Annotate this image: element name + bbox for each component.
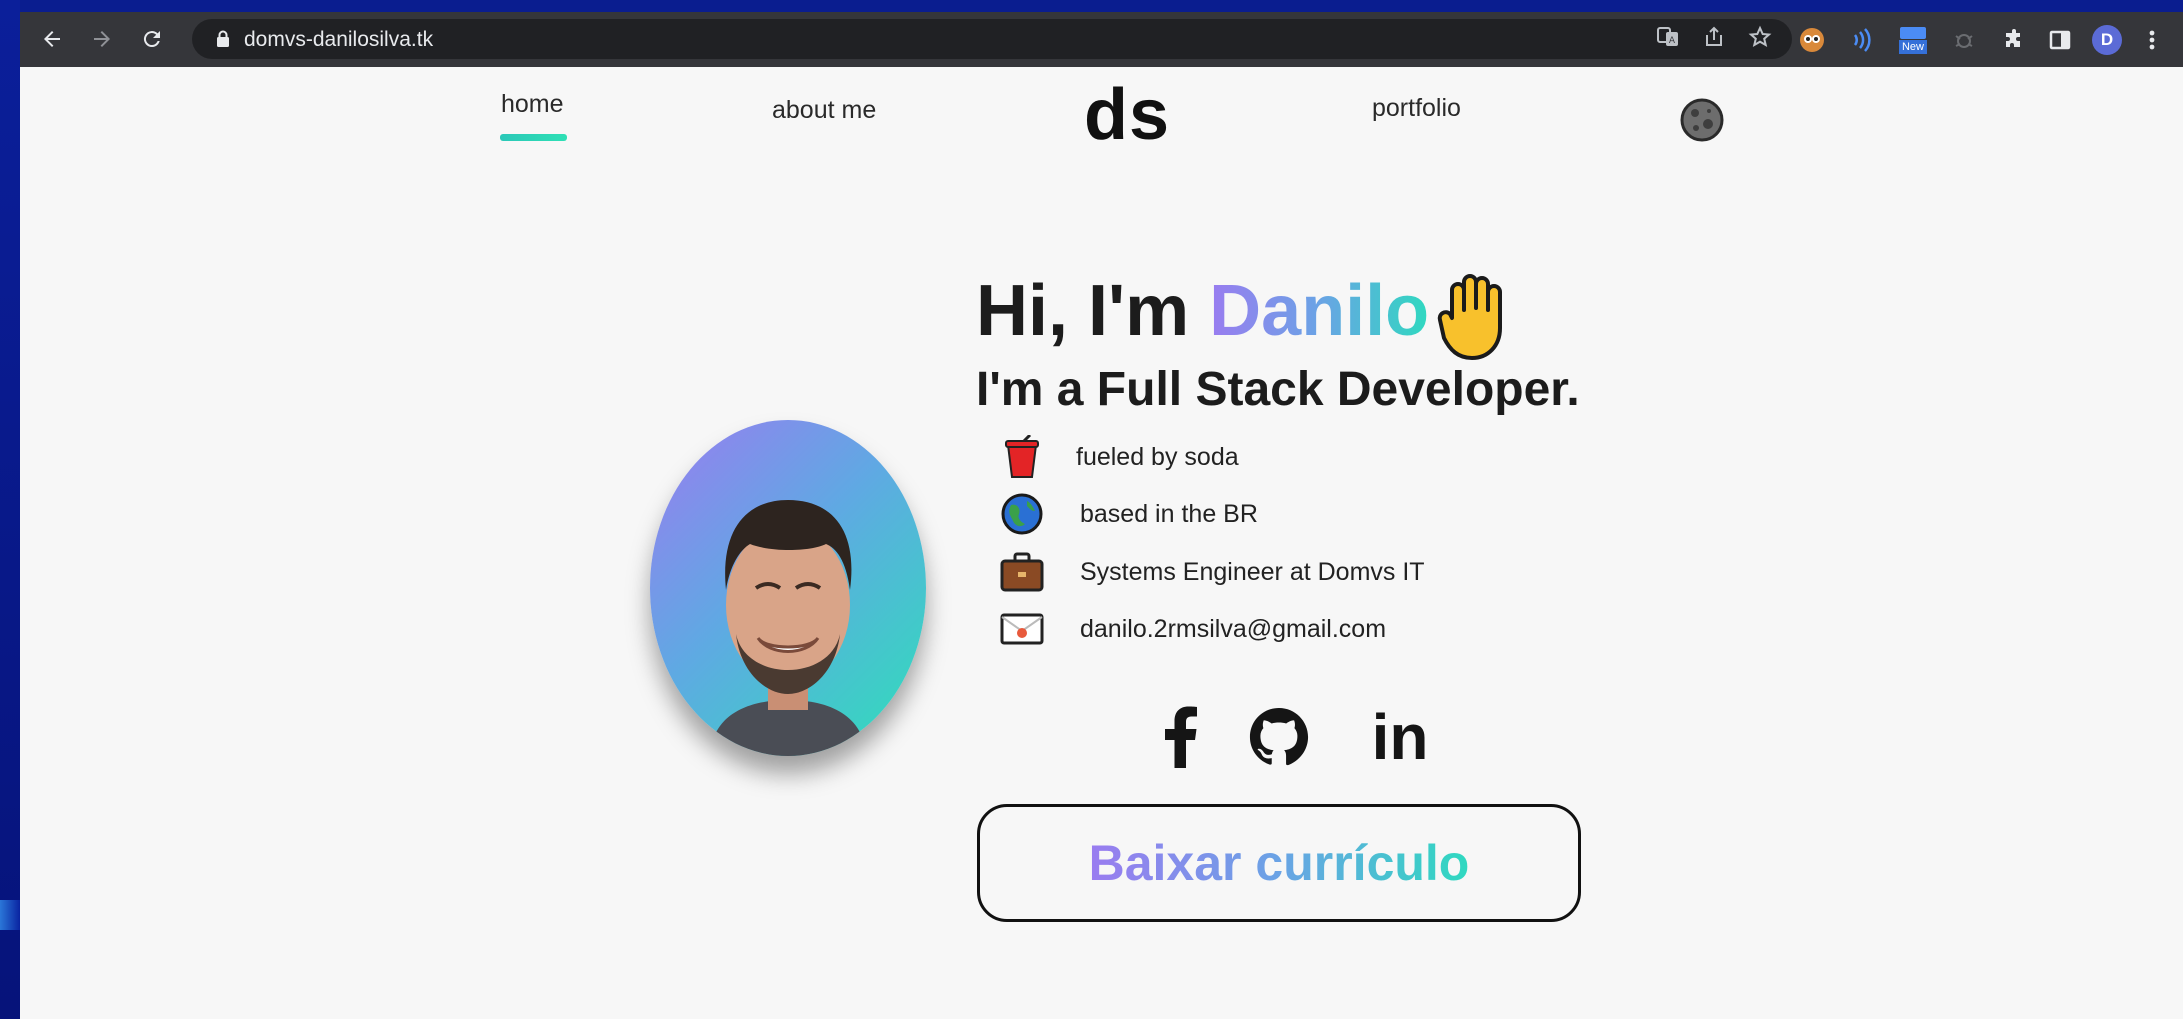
star-icon[interactable] [1748,25,1772,54]
info-location-text: based in the BR [1080,499,1258,528]
info-soda-text: fueled by soda [1076,442,1239,471]
browser-window: domvs-danilosilva.tk A New D home about … [20,12,2183,1019]
github-icon[interactable] [1244,702,1314,772]
nav-portfolio[interactable]: portfolio [1372,94,1461,123]
browser-toolbar: domvs-danilosilva.tk A New D [20,12,2183,67]
facebook-icon[interactable] [1156,702,1206,772]
hero-title: Hi, I'm Danilo [976,270,1429,352]
back-arrow-icon[interactable] [34,20,70,58]
profile-portrait [710,500,866,756]
desktop-background [0,0,2183,12]
download-cv-label: Baixar currículo [1089,834,1470,892]
info-row-email: danilo.2rmsilva@gmail.com [1000,607,1386,651]
cv-label-part1: Baixar [1088,835,1256,891]
globe-icon [1000,492,1044,536]
new-badge: New [1898,40,1927,54]
side-panel-icon[interactable] [2044,24,2076,56]
hero-name: Danilo [1209,271,1430,351]
hero-greeting: Hi, I'm [976,271,1210,351]
info-row-soda: fueled by soda [1000,435,1239,479]
nav-home[interactable]: home [501,90,564,119]
forward-arrow-icon[interactable] [84,20,120,58]
cv-label-part2: currículo [1255,835,1470,891]
site-logo[interactable]: ds [1084,74,1170,156]
reload-icon[interactable] [134,20,170,58]
share-icon[interactable] [1702,25,1726,54]
extension-owl-icon[interactable] [1796,24,1828,56]
info-row-job: Systems Engineer at Domvs IT [1000,550,1425,594]
lock-icon [216,30,230,53]
profile-photo [650,420,926,756]
waving-hand-icon [1434,270,1520,362]
envelope-icon [1000,607,1044,651]
hero-subtitle: I'm a Full Stack Developer. [976,363,1580,416]
puzzle-icon[interactable] [1998,24,2030,56]
download-cv-button[interactable]: Baixar currículo [977,804,1581,922]
linkedin-text: in [1371,701,1429,773]
desktop-background-left [0,0,20,1019]
nav-active-underline [500,134,567,141]
nav-about-me[interactable]: about me [772,96,876,125]
profile-avatar[interactable]: D [2090,24,2124,56]
soda-cup-icon [1000,435,1044,479]
extension-bug-icon[interactable] [1948,24,1980,56]
linkedin-icon[interactable]: in [1360,702,1440,772]
info-row-location: based in the BR [1000,492,1258,536]
extension-wireless-icon[interactable] [1846,24,1878,56]
info-job-text: Systems Engineer at Domvs IT [1080,557,1425,586]
kebab-menu-icon[interactable] [2140,24,2164,56]
moon-theme-toggle-icon[interactable] [1680,98,1724,142]
svg-text:A: A [1669,36,1676,46]
briefcase-icon [1000,550,1044,594]
url-text: domvs-danilosilva.tk [244,28,434,51]
address-bar[interactable]: domvs-danilosilva.tk A [192,19,1792,59]
info-email-text[interactable]: danilo.2rmsilva@gmail.com [1080,615,1386,644]
translate-icon[interactable]: A [1656,25,1680,54]
desktop-glow [0,900,20,930]
extension-new-icon[interactable]: New [1894,24,1932,56]
